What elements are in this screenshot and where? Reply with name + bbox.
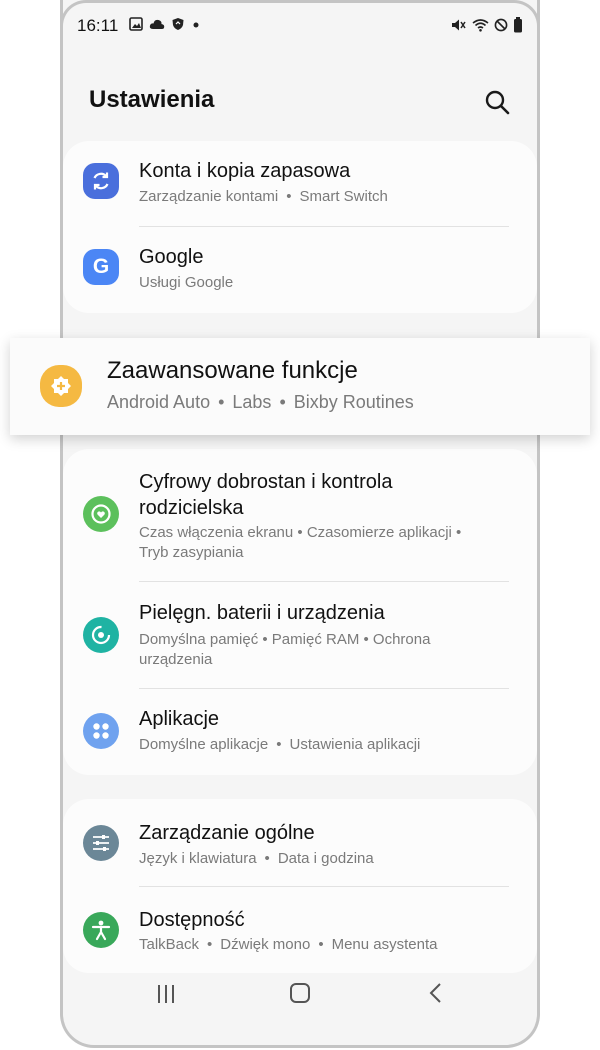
dnd-icon <box>494 18 508 32</box>
item-title: Google <box>139 246 204 268</box>
item-subtitle: Domyślna pamięć • Pamięć RAM • Ochrona <box>139 631 431 648</box>
advanced-features-icon <box>40 365 82 407</box>
item-title: Aplikacje <box>139 708 220 730</box>
google-icon: G <box>83 249 119 285</box>
item-title: Zaawansowane funkcje <box>107 357 358 384</box>
apps-icon <box>83 713 119 749</box>
recents-icon[interactable] <box>155 983 177 1005</box>
dot-icon <box>193 22 199 28</box>
mute-icon <box>452 19 466 31</box>
item-title: Cyfrowy dobrostan i kontrola <box>139 471 393 493</box>
item-subtitle: Język i klawiatura • Data i godzina <box>139 850 374 867</box>
list-item-google[interactable]: G Google Usługi Google <box>63 227 537 313</box>
navigation-bar <box>63 975 537 1045</box>
wellbeing-icon <box>83 496 119 532</box>
settings-group-wellbeing: Cyfrowy dobrostan i kontrola rodzicielsk… <box>63 449 537 775</box>
image-icon <box>129 17 143 31</box>
list-item-general-management[interactable]: Zarządzanie ogólne Język i klawiatura • Da… <box>63 799 537 886</box>
item-subtitle: Zarządzanie kontami • Smart Switch <box>139 188 388 205</box>
settings-group-accounts: Konta i kopia zapasowa Zarządzanie konta… <box>63 141 537 313</box>
phone-frame: 16:11 Ustawienia Konta i kopia zapasowa … <box>60 0 540 1048</box>
list-item-apps[interactable]: Aplikacje Domyślne aplikacje • Ustawienia … <box>63 689 537 775</box>
status-time: 16:11 <box>77 16 119 35</box>
settings-group-general: Zarządzanie ogólne Język i klawiatura • Da… <box>63 799 537 973</box>
item-subtitle-line2: Tryb zasypiania <box>139 544 244 561</box>
item-subtitle: Android Auto • Labs • Bixby Routines <box>107 392 414 412</box>
item-subtitle: Domyślne aplikacje • Ustawienia aplikacji <box>139 736 421 753</box>
sync-icon <box>83 163 119 199</box>
home-icon[interactable] <box>289 982 311 1004</box>
wifi-icon <box>472 19 489 32</box>
shield-icon <box>172 18 184 30</box>
item-title: Zarządzanie ogólne <box>139 822 315 844</box>
device-care-icon <box>83 617 119 653</box>
status-bar: 16:11 <box>63 0 537 54</box>
page-title: Ustawienia <box>89 86 215 113</box>
cloud-icon <box>149 19 165 29</box>
list-item-accounts-backup[interactable]: Konta i kopia zapasowa Zarządzanie konta… <box>63 141 537 227</box>
back-icon[interactable] <box>425 982 447 1004</box>
item-subtitle: Czas włączenia ekranu • Czasomierze apli… <box>139 524 462 541</box>
battery-icon <box>514 17 522 33</box>
item-title: Dostępność <box>139 909 245 931</box>
item-title: Konta i kopia zapasowa <box>139 160 351 182</box>
item-subtitle: TalkBack • Dźwięk mono • Menu asystenta <box>139 936 438 953</box>
item-subtitle-line2: urządzenia <box>139 651 213 668</box>
general-management-icon <box>83 825 119 861</box>
search-icon[interactable] <box>483 88 511 116</box>
list-item-device-care[interactable]: Pielęgn. baterii i urządzenia Domyślna p… <box>63 582 537 688</box>
accessibility-icon <box>83 912 119 948</box>
item-subtitle: Usługi Google <box>139 274 234 291</box>
list-item-digital-wellbeing[interactable]: Cyfrowy dobrostan i kontrola rodzicielsk… <box>63 449 537 581</box>
item-title-line2: rodzicielska <box>139 497 244 519</box>
list-item-accessibility[interactable]: Dostępność TalkBack • Dźwięk mono • Menu asy… <box>63 887 537 973</box>
list-item-advanced-features[interactable]: Zaawansowane funkcje Android Auto • Labs • B… <box>10 338 590 435</box>
item-title: Pielęgn. baterii i urządzenia <box>139 602 385 624</box>
